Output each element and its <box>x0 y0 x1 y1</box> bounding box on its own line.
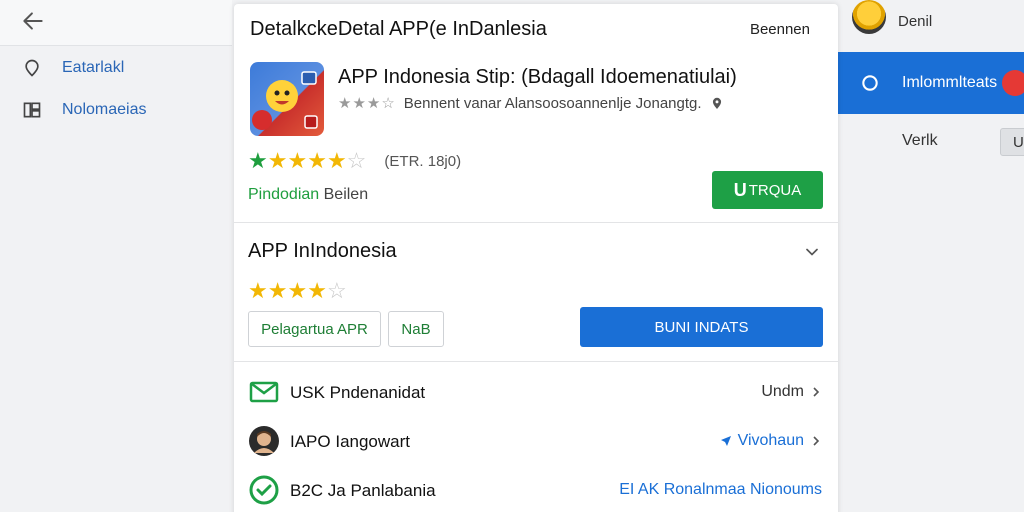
developer-line[interactable]: Pindodian Beilen <box>248 186 368 204</box>
outline-button-1[interactable]: Pelagartua APR <box>248 311 381 347</box>
circle-icon <box>862 75 878 91</box>
app-meta: ★★★☆ Bennent vanar Alansoosoannenlje Jon… <box>338 94 724 112</box>
location-pin-icon <box>712 97 721 109</box>
row-value: Undm <box>761 383 822 401</box>
developer-suffix: Beilen <box>319 186 369 203</box>
sidebar-item-nolomaeias[interactable]: Nolomaeias <box>22 98 146 122</box>
developer-name: Pindodian <box>248 186 320 203</box>
chevron-right-icon <box>813 387 820 397</box>
sidebar-item-label: Nolomaeias <box>62 101 147 118</box>
section-title: APP InIndonesia <box>248 240 397 262</box>
check-circle-icon <box>249 475 279 505</box>
app-meta-text: Bennent vanar Alansoosoannenlje Jonangtg… <box>403 94 702 112</box>
mail-icon <box>249 381 279 403</box>
section-star-rating: ★★★★☆ <box>248 278 347 303</box>
chevron-right-icon <box>813 436 820 446</box>
back-arrow-icon[interactable] <box>20 8 46 34</box>
person-avatar-icon <box>249 426 279 456</box>
sidebar-item-label: Eatarlakl <box>62 59 125 76</box>
location-pin-icon <box>25 59 39 77</box>
rating-count: (ETR. 18j0) <box>384 153 462 170</box>
right-pane: Denil Imlommlteats Verlk U <box>838 0 1024 512</box>
sidebar-item-eatarlakl[interactable]: Eatarlakl <box>22 56 124 80</box>
divider <box>234 222 838 223</box>
outline-button-2[interactable]: NaB <box>388 311 444 347</box>
install-label: TRQUA <box>748 181 802 199</box>
row-value: Vivohaun <box>720 432 822 450</box>
user-profile[interactable]: Denil <box>852 0 932 34</box>
list-item[interactable]: USK Pndenanidat Undm <box>234 368 838 416</box>
meta-rating-stars: ★★★☆ <box>338 95 396 112</box>
install-icon-text: U <box>733 179 747 200</box>
highlight-item[interactable]: Imlommlteats <box>838 52 1024 114</box>
row-label: B2C Ja Panlabania <box>290 481 436 500</box>
left-topbar <box>0 0 232 46</box>
row-value: EI AK Ronalnmaa Nionoums <box>619 481 822 498</box>
user-name: Denil <box>898 12 933 30</box>
app-logo-icon <box>250 62 324 136</box>
primary-button[interactable]: BUNI INDATS <box>580 307 823 347</box>
list-item[interactable]: IAPO Iangowart Vivohaun <box>234 417 838 465</box>
rating-row: ★★★★★☆ (ETR. 18j0) <box>248 150 461 173</box>
avatar <box>852 0 886 34</box>
row-label: USK Pndenanidat <box>290 383 426 402</box>
highlight-label: Imlommlteats <box>902 74 998 91</box>
header-action[interactable]: Beennen <box>750 21 810 38</box>
grid-icon <box>23 102 41 118</box>
divider <box>234 361 838 362</box>
notification-dot <box>1002 70 1024 96</box>
install-button[interactable]: U TRQUA <box>712 171 823 209</box>
card-header: DetalkckeDetal APP(e InDanlesia Beennen <box>250 18 822 41</box>
left-pane: Eatarlakl Nolomaeias <box>0 0 232 512</box>
secondary-label: Verlk <box>902 132 938 149</box>
row-label: IAPO Iangowart <box>290 432 411 451</box>
app-detail-card: DetalkckeDetal APP(e InDanlesia Beennen … <box>234 4 838 512</box>
navigation-arrow-icon <box>720 436 731 446</box>
page-title: DetalkckeDetal APP(e InDanlesia <box>250 18 547 40</box>
chip-button[interactable]: U <box>1000 128 1024 156</box>
app-name: APP Indonesia Stip: (Bdagall Idoemenatiu… <box>338 66 737 88</box>
list-item[interactable]: B2C Ja Panlabania EI AK Ronalnmaa Nionou… <box>234 466 838 512</box>
chevron-down-icon[interactable] <box>802 242 822 262</box>
star-rating: ★★★★★☆ <box>248 148 367 173</box>
